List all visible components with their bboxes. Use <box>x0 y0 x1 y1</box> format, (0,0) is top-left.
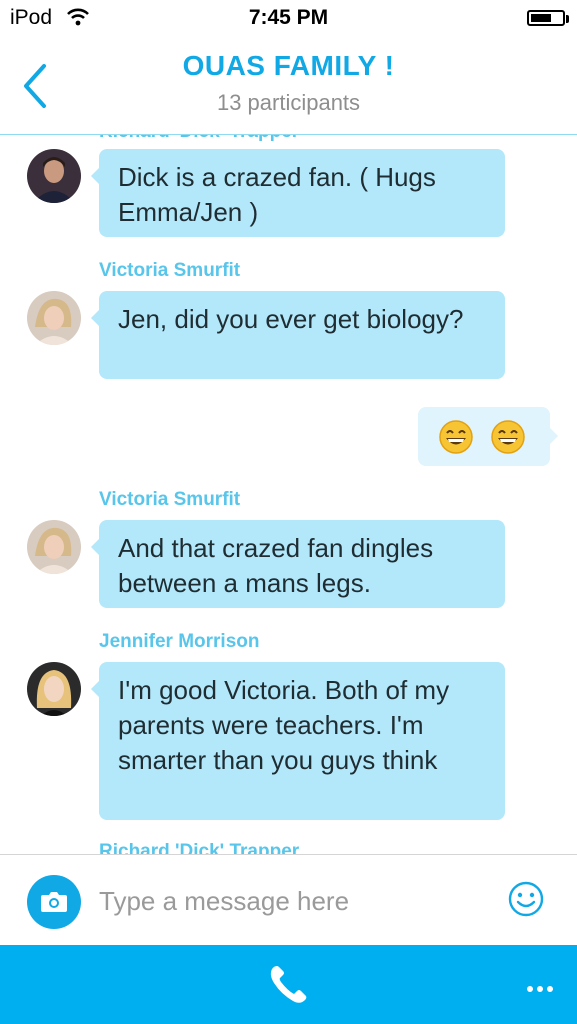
battery-icon <box>527 10 565 26</box>
status-bar: iPod 7:45 PM <box>0 0 577 38</box>
battery-fill <box>531 14 551 22</box>
avatar-richard[interactable] <box>27 149 81 203</box>
dot <box>527 986 533 992</box>
avatar-victoria[interactable] <box>27 520 81 574</box>
phone-icon[interactable] <box>268 963 310 1005</box>
sender-name: Richard 'Dick' Trapper <box>99 135 299 143</box>
bottom-action-bar <box>0 945 577 1024</box>
dot <box>537 986 543 992</box>
avatar-jennifer[interactable] <box>27 662 81 716</box>
message-bubble[interactable]: And that crazed fan dingles between a ma… <box>91 520 505 608</box>
grinning-face-emoji <box>439 420 473 454</box>
outgoing-message-bubble[interactable] <box>418 407 558 466</box>
camera-icon <box>41 892 67 912</box>
dot <box>547 986 553 992</box>
avatar-victoria[interactable] <box>27 291 81 345</box>
sender-name: Jennifer Morrison <box>99 631 260 652</box>
sender-name: Victoria Smurfit <box>99 260 241 281</box>
message-bubble[interactable]: Dick is a crazed fan. ( Hugs Emma/Jen ) <box>91 149 505 237</box>
sender-name: Richard 'Dick' Trapper <box>99 841 300 854</box>
grinning-face-emoji <box>491 420 525 454</box>
message-bubble[interactable]: I'm good Victoria. Both of my parents we… <box>91 662 505 820</box>
chat-title[interactable]: OUAS FAMILY ! <box>0 50 577 82</box>
compose-bar <box>0 854 577 946</box>
battery-tip <box>566 15 569 23</box>
message-bubble[interactable]: Jen, did you ever get biology? <box>91 291 505 379</box>
more-icon[interactable] <box>523 979 553 997</box>
sender-name: Victoria Smurfit <box>99 489 241 510</box>
chat-header: OUAS FAMILY ! 13 participants <box>0 38 577 135</box>
message-list[interactable]: Richard 'Dick' Trapper Dick is a crazed … <box>0 135 577 854</box>
participants-count[interactable]: 13 participants <box>0 90 577 116</box>
camera-button[interactable] <box>27 875 81 929</box>
status-time: 7:45 PM <box>248 6 329 29</box>
message-input[interactable] <box>99 881 489 921</box>
emoticon-icon[interactable] <box>507 880 545 918</box>
